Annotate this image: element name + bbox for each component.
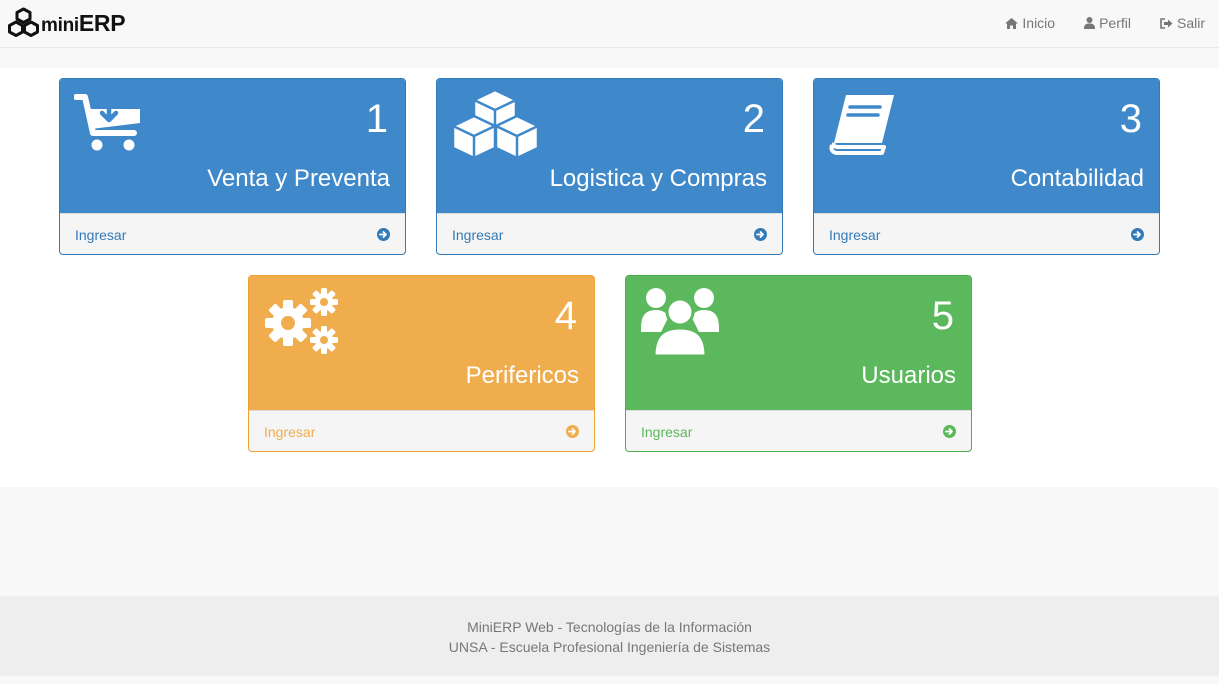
ingresar-label: Ingresar [452, 226, 504, 243]
module-panel-perifericos: 4 Perifericos Ingresar [248, 275, 595, 452]
ingresar-label: Ingresar [75, 226, 127, 243]
cart-download-icon [74, 94, 140, 151]
ingresar-link-venta[interactable]: Ingresar [60, 213, 405, 254]
brand-logo-link[interactable]: miniERP [7, 7, 126, 39]
module-title: Venta y Preventa [207, 165, 390, 192]
ingresar-link-usuarios[interactable]: Ingresar [626, 410, 971, 451]
users-icon [641, 288, 719, 358]
nav-inicio[interactable]: Inicio [1005, 15, 1055, 31]
module-panel-logistica: 2 Logistica y Compras Ingresar [436, 78, 783, 255]
gears-icon [265, 288, 338, 354]
ingresar-label: Ingresar [829, 226, 881, 243]
module-number: 3 [1119, 97, 1142, 141]
panel-heading: 2 Logistica y Compras [437, 79, 782, 213]
ingresar-label: Ingresar [264, 423, 316, 440]
panel-heading: 4 Perifericos [249, 276, 594, 410]
arrow-circle-right-icon [754, 228, 767, 241]
book-icon [829, 95, 894, 155]
module-number: 2 [742, 97, 765, 141]
nav-menu: Inicio Perfil Salir [976, 0, 1205, 46]
module-title: Perifericos [465, 362, 579, 389]
home-icon [1005, 17, 1019, 29]
cubes-icon [8, 7, 39, 37]
module-panel-contabilidad: 3 Contabilidad Ingresar [813, 78, 1160, 255]
module-panel-usuarios: 5 Usuarios Ingresar [625, 275, 972, 452]
panel-heading: 3 Contabilidad [814, 79, 1159, 213]
panel-heading: 5 Usuarios [626, 276, 971, 410]
nav-perfil[interactable]: Perfil [1084, 15, 1131, 31]
navbar: miniERP Inicio Perfil Salir [0, 0, 1219, 48]
arrow-circle-right-icon [377, 228, 390, 241]
arrow-circle-right-icon [1131, 228, 1144, 241]
ingresar-link-logistica[interactable]: Ingresar [437, 213, 782, 254]
module-panel-venta: 1 Venta y Preventa Ingresar [59, 78, 406, 255]
page-footer: MiniERP Web - Tecnologías de la Informac… [0, 596, 1219, 676]
ingresar-link-contabilidad[interactable]: Ingresar [814, 213, 1159, 254]
footer-line-1: MiniERP Web - Tecnologías de la Informac… [467, 619, 752, 635]
panel-heading: 1 Venta y Preventa [60, 79, 405, 213]
module-number: 1 [365, 97, 388, 141]
ingresar-link-perifericos[interactable]: Ingresar [249, 410, 594, 451]
sign-out-icon [1160, 17, 1173, 29]
arrow-circle-right-icon [566, 425, 579, 438]
arrow-circle-right-icon [943, 425, 956, 438]
brand-prefix: mini [41, 14, 79, 36]
ingresar-label: Ingresar [641, 423, 693, 440]
brand-name: ERP [78, 9, 126, 36]
module-number: 5 [931, 294, 954, 338]
module-title: Usuarios [861, 362, 956, 389]
nav-salir-label: Salir [1176, 15, 1205, 31]
brand-text: miniERP [41, 9, 126, 37]
nav-inicio-label: Inicio [1022, 15, 1056, 31]
module-title: Contabilidad [1010, 165, 1144, 192]
footer-line-2: UNSA - Escuela Profesional Ingeniería de… [448, 639, 771, 655]
nav-perfil-label: Perfil [1099, 15, 1131, 31]
nav-salir[interactable]: Salir [1160, 15, 1205, 31]
module-title: Logistica y Compras [549, 165, 767, 192]
module-number: 4 [554, 294, 577, 338]
cubes-icon [452, 88, 539, 160]
user-icon [1084, 17, 1096, 29]
